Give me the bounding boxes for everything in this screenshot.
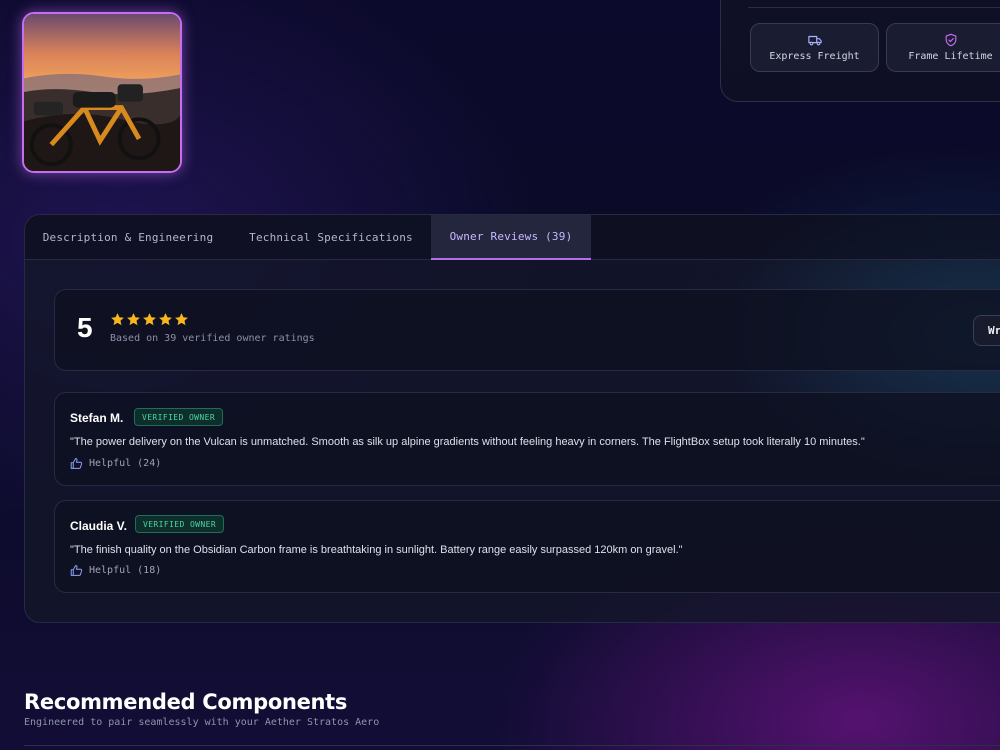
truck-icon	[807, 35, 822, 46]
tab-specifications[interactable]: Technical Specifications	[231, 215, 431, 260]
thumbs-up-icon	[70, 457, 83, 469]
thumbs-up-icon	[70, 564, 83, 576]
recommended-title: Recommended Components	[24, 690, 348, 714]
tab-bar: Description & Engineering Technical Spec…	[25, 215, 1000, 260]
star-rating	[110, 312, 189, 327]
star-icon	[159, 313, 172, 326]
product-photo	[24, 14, 180, 171]
frame-lifetime-badge[interactable]: Frame Lifetime	[886, 23, 1000, 72]
tab-owner-reviews[interactable]: Owner Reviews (39)	[431, 215, 591, 260]
divider	[748, 7, 1000, 8]
product-tabs-panel: Description & Engineering Technical Spec…	[24, 214, 1000, 623]
star-icon	[175, 313, 188, 326]
product-thumbnail[interactable]	[22, 12, 182, 173]
helpful-button[interactable]: Helpful (24)	[70, 457, 161, 470]
recommended-subtitle: Engineered to pair seamlessly with your …	[24, 717, 380, 728]
review-card: Stefan M. VERIFIED OWNER "The power deli…	[54, 392, 1000, 486]
badge-label: Express Freight	[769, 51, 860, 62]
tab-description[interactable]: Description & Engineering	[25, 215, 231, 260]
rating-count-text: Based on 39 verified owner ratings	[110, 333, 315, 344]
rating-summary: 5 Based on 39 verified owner ratings Wr	[54, 289, 1000, 371]
divider	[24, 745, 1000, 746]
helpful-button[interactable]: Helpful (18)	[70, 564, 161, 577]
review-text: "The finish quality on the Obsidian Carb…	[70, 544, 683, 556]
star-icon	[111, 313, 124, 326]
review-card: Claudia V. VERIFIED OWNER "The finish qu…	[54, 500, 1000, 593]
average-rating: 5	[77, 312, 93, 343]
shield-check-icon	[945, 33, 956, 47]
express-freight-badge[interactable]: Express Freight	[750, 23, 879, 72]
verified-owner-badge: VERIFIED OWNER	[134, 408, 224, 426]
helpful-count: Helpful (24)	[89, 458, 162, 469]
review-author: Claudia V.	[70, 519, 127, 533]
review-text: "The power delivery on the Vulcan is unm…	[70, 436, 865, 448]
helpful-count: Helpful (18)	[89, 565, 162, 576]
star-icon	[143, 313, 156, 326]
badge-label: Frame Lifetime	[908, 51, 993, 62]
star-icon	[127, 313, 140, 326]
write-review-button[interactable]: Wr	[973, 315, 1000, 346]
verified-owner-badge: VERIFIED OWNER	[135, 515, 225, 533]
review-author: Stefan M.	[70, 411, 124, 425]
